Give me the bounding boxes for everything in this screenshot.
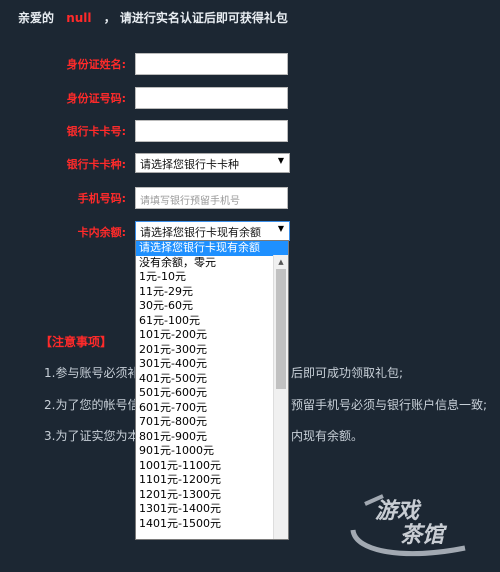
balance-option[interactable]: 61元-100元 xyxy=(136,314,288,329)
notice-title: 【注意事项】 xyxy=(40,335,113,349)
balance-option[interactable]: 901元-1000元 xyxy=(136,444,288,459)
dropdown-arrow-icon: ▼ xyxy=(277,224,284,233)
id-number-input[interactable] xyxy=(135,87,288,109)
balance-option[interactable]: 1元-10元 xyxy=(136,270,288,285)
balance-option[interactable]: 11元-29元 xyxy=(136,285,288,300)
dropdown-scrollbar[interactable]: ▲ xyxy=(273,255,288,539)
card-row: 银行卡卡号: xyxy=(0,120,300,142)
balance-option[interactable]: 1201元-1300元 xyxy=(136,488,288,503)
phone-input[interactable]: 请填写银行预留手机号 xyxy=(135,187,288,209)
notice-line2-left: 2.为了您的帐号信 xyxy=(44,398,140,412)
balance-option[interactable]: 没有余额，零元 xyxy=(136,256,288,271)
notice-line3-left: 3.为了证实您为本 xyxy=(44,429,140,443)
balance-option[interactable]: 请选择您银行卡现有余额 xyxy=(136,241,288,256)
name-label: 身份证姓名: xyxy=(66,58,126,71)
balance-option[interactable]: 301元-400元 xyxy=(136,357,288,372)
balance-value: 请选择您银行卡现有余额 xyxy=(140,226,261,239)
card-type-select[interactable]: 请选择您银行卡卡种 ▼ xyxy=(135,153,290,173)
card-type-value: 请选择您银行卡卡种 xyxy=(140,158,239,171)
balance-option[interactable]: 601元-700元 xyxy=(136,401,288,416)
balance-option[interactable]: 401元-500元 xyxy=(136,372,288,387)
scroll-up-icon[interactable]: ▲ xyxy=(274,255,288,269)
username: null xyxy=(66,11,92,25)
id-label: 身份证号码: xyxy=(66,92,126,105)
phone-label: 手机号码: xyxy=(77,192,126,205)
balance-option[interactable]: 1001元-1100元 xyxy=(136,459,288,474)
greeting-suffix: ， 请进行实名认证后即可获得礼包 xyxy=(103,11,288,25)
card-number-input[interactable] xyxy=(135,120,288,142)
balance-options: 请选择您银行卡现有余额 没有余额，零元 1元-10元 11元-29元 30元-60元 61… xyxy=(136,241,288,531)
notice-line1-right: 后即可成功领取礼包; xyxy=(291,366,404,380)
balance-option[interactable]: 801元-900元 xyxy=(136,430,288,445)
notice-line1-left: 1.参与账号必须补 xyxy=(44,366,140,380)
notice-line2-right: 预留手机号必须与银行账户信息一致; xyxy=(291,398,488,412)
name-input[interactable] xyxy=(135,53,288,75)
balance-option[interactable]: 701元-800元 xyxy=(136,415,288,430)
id-row: 身份证号码: xyxy=(0,87,300,109)
greeting-prefix: 亲爱的 xyxy=(18,11,55,25)
card-label: 银行卡卡号: xyxy=(66,125,126,138)
svg-text:游戏: 游戏 xyxy=(375,499,422,524)
balance-option[interactable]: 201元-300元 xyxy=(136,343,288,358)
dropdown-arrow-icon: ▼ xyxy=(277,156,284,165)
balance-option[interactable]: 501元-600元 xyxy=(136,386,288,401)
balance-select[interactable]: 请选择您银行卡现有余额 ▼ xyxy=(135,221,290,241)
greeting-text: 亲爱的 null ， 请进行实名认证后即可获得礼包 xyxy=(18,9,288,26)
notice-line3-right: 内现有余额。 xyxy=(291,429,364,443)
balance-label: 卡内余额: xyxy=(77,226,126,239)
balance-option[interactable]: 30元-60元 xyxy=(136,299,288,314)
card-type-row: 银行卡卡种: 请选择您银行卡卡种 ▼ xyxy=(0,153,300,175)
phone-placeholder: 请填写银行预留手机号 xyxy=(140,196,240,207)
name-row: 身份证姓名: xyxy=(0,53,300,75)
balance-option[interactable]: 1301元-1400元 xyxy=(136,502,288,517)
balance-option[interactable]: 101元-200元 xyxy=(136,328,288,343)
watermark-logo: 游戏 茶馆 xyxy=(350,494,466,557)
balance-dropdown-list[interactable]: 请选择您银行卡现有余额 没有余额，零元 1元-10元 11元-29元 30元-60元 61… xyxy=(135,240,289,540)
svg-text:茶馆: 茶馆 xyxy=(400,522,448,548)
phone-row: 手机号码: 请填写银行预留手机号 xyxy=(0,187,300,209)
balance-option[interactable]: 1401元-1500元 xyxy=(136,517,288,532)
card-type-label: 银行卡卡种: xyxy=(66,158,126,171)
scrollbar-thumb[interactable] xyxy=(276,269,286,389)
balance-option[interactable]: 1101元-1200元 xyxy=(136,473,288,488)
